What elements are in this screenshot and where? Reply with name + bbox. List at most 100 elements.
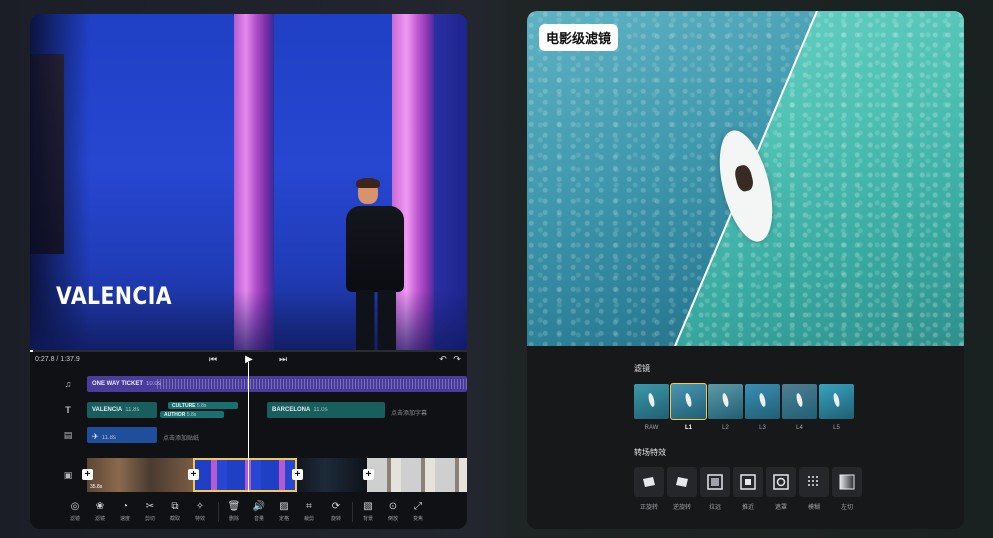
video-clip-strip[interactable]: 35.8s + + + + bbox=[82, 458, 467, 492]
video-title-overlay[interactable]: VALENCIA bbox=[56, 282, 172, 310]
transition-rotate-forward[interactable] bbox=[634, 467, 664, 497]
text-clip-valencia[interactable]: VALENCIA 11.8s bbox=[87, 402, 157, 418]
tool-color[interactable]: ❀ 滤镜 bbox=[89, 500, 111, 522]
skip-forward-icon[interactable]: ⏭ bbox=[276, 354, 290, 365]
tool-filter[interactable]: ◎ 滤镜 bbox=[64, 500, 86, 522]
scissors-icon: ✂ bbox=[145, 501, 155, 512]
tool-reverse[interactable]: ⊙ 倒放 bbox=[382, 500, 404, 522]
skip-back-icon[interactable]: ⏮ bbox=[206, 354, 220, 365]
filter-l3[interactable] bbox=[745, 384, 780, 419]
video-clip-4[interactable] bbox=[367, 458, 467, 492]
play-icon[interactable]: ▶ bbox=[242, 354, 256, 365]
add-transition-button[interactable]: + bbox=[292, 469, 303, 480]
filter-raw[interactable] bbox=[634, 384, 669, 419]
text-clip-culture[interactable]: CULTURE 5.8s bbox=[168, 402, 238, 409]
tool-cut[interactable]: ✂ 剪切 bbox=[139, 500, 161, 522]
audio-clip[interactable]: ONE WAY TICKET 10.0s bbox=[87, 376, 467, 392]
add-transition-button[interactable]: + bbox=[82, 469, 93, 480]
tool-label: 旋转 bbox=[330, 516, 341, 522]
timeline-playhead[interactable] bbox=[248, 362, 249, 492]
crop-icon: ⌗ bbox=[306, 501, 312, 512]
zoom-in-icon bbox=[740, 474, 756, 490]
add-sticker-hint[interactable]: 点击添加贴纸 bbox=[163, 433, 199, 442]
add-transition-button[interactable]: + bbox=[363, 469, 374, 480]
video-clip-3[interactable] bbox=[297, 458, 367, 492]
filter-icon: ◎ bbox=[70, 501, 80, 512]
tool-label: 滤镜 bbox=[94, 516, 105, 522]
rotate-forward-icon bbox=[643, 477, 655, 487]
filter-swatch bbox=[708, 384, 743, 419]
plane-icon: ✈ bbox=[92, 432, 99, 441]
rotate-icon: ⟳ bbox=[331, 501, 341, 512]
tool-label: 背景 bbox=[362, 516, 373, 522]
transition-mask[interactable] bbox=[766, 467, 796, 497]
sticker-clip[interactable]: ✈ 11.8s bbox=[87, 427, 157, 443]
tool-speed[interactable]: ◔ 速度 bbox=[114, 500, 136, 522]
text-clip-barcelona[interactable]: BARCELONA 11.0s bbox=[267, 402, 385, 418]
video-clip-duration: 35.8s bbox=[90, 484, 103, 490]
tool-rotate[interactable]: ⟳ 旋转 bbox=[325, 500, 347, 522]
add-transition-button[interactable]: + bbox=[188, 469, 199, 480]
text-clip-label: VALENCIA bbox=[92, 407, 123, 413]
transition-label: 正旋转 bbox=[639, 504, 658, 511]
text-clip-label: CULTURE bbox=[172, 403, 196, 409]
video-preview[interactable]: VALENCIA bbox=[30, 14, 467, 350]
tool-freeze[interactable]: ▨ 定格 bbox=[273, 500, 295, 522]
transition-label: 遮罩 bbox=[774, 504, 787, 511]
filter-label: L5 bbox=[833, 425, 840, 431]
tool-label: 剪切 bbox=[144, 516, 155, 522]
tool-background[interactable]: ▧ 背景 bbox=[357, 500, 379, 522]
filter-l5[interactable] bbox=[819, 384, 854, 419]
video-editor-panel: VALENCIA 0:27.8 / 1:37.9 ⏮ ▶ ⏭ ↶ ↷ ♫ ONE… bbox=[30, 14, 467, 529]
transition-blur[interactable] bbox=[799, 467, 829, 497]
toolbar-divider bbox=[352, 502, 353, 522]
transition-zoom-out[interactable] bbox=[700, 467, 730, 497]
text-clip-duration: 5.8s bbox=[196, 403, 207, 409]
filter-l4[interactable] bbox=[782, 384, 817, 419]
undo-icon[interactable]: ↶ bbox=[436, 354, 450, 365]
tool-volume[interactable]: 🔊 音量 bbox=[248, 500, 270, 522]
sticker-track-icon[interactable]: ▤ bbox=[62, 430, 74, 440]
time-readout: 0:27.8 / 1:37.9 bbox=[35, 356, 80, 363]
filter-label: L1 bbox=[684, 425, 692, 431]
text-clip-duration: 11.0s bbox=[313, 407, 328, 413]
tool-crop[interactable]: ⌗ 裁剪 bbox=[298, 500, 320, 522]
zoom-out-icon bbox=[707, 474, 723, 490]
redo-icon[interactable]: ↷ bbox=[450, 354, 464, 365]
transition-rotate-backward[interactable] bbox=[667, 467, 697, 497]
zoom-icon: ⤢ bbox=[414, 501, 422, 512]
text-clip-author[interactable]: AUTHOR 5.8s bbox=[160, 411, 224, 418]
transition-label: 逆旋转 bbox=[672, 504, 691, 511]
tool-label: 裁剪 bbox=[303, 516, 314, 522]
video-track-icon[interactable]: ▣ bbox=[62, 470, 74, 480]
background-icon: ▧ bbox=[363, 501, 373, 512]
sticker-clip-duration: 11.8s bbox=[101, 435, 116, 441]
video-clip-1[interactable]: 35.8s bbox=[87, 458, 193, 492]
paddleboard-rider bbox=[733, 163, 755, 193]
tool-trim[interactable]: ⧉ 截取 bbox=[164, 500, 186, 522]
reverse-icon: ⊙ bbox=[388, 501, 398, 512]
video-clip-2-selected[interactable] bbox=[193, 458, 297, 492]
transition-wipe-left[interactable] bbox=[832, 467, 862, 497]
add-subtitle-hint[interactable]: 点击添加字幕 bbox=[391, 408, 427, 417]
tool-zoom[interactable]: ⤢ 变焦 bbox=[407, 500, 429, 522]
tool-delete[interactable]: 🗑 删除 bbox=[223, 500, 245, 522]
transition-zoom-in[interactable] bbox=[733, 467, 763, 497]
freeze-icon: ▨ bbox=[279, 501, 289, 512]
transition-label: 推近 bbox=[741, 504, 754, 511]
wipe-left-icon bbox=[839, 474, 855, 490]
tool-label: 速度 bbox=[119, 516, 130, 522]
trim-icon: ⧉ bbox=[171, 501, 179, 512]
color-icon: ❀ bbox=[95, 501, 105, 512]
tool-effects[interactable]: ✧ 特效 bbox=[189, 500, 211, 522]
text-clip-label: BARCELONA bbox=[272, 407, 311, 413]
filter-l1[interactable] bbox=[670, 383, 707, 420]
text-track-icon[interactable]: T bbox=[62, 405, 74, 415]
filter-compare-preview[interactable]: 电影级滤镜 bbox=[527, 11, 964, 346]
tool-label: 删除 bbox=[228, 516, 239, 522]
filter-l2[interactable] bbox=[708, 384, 743, 419]
filter-label: L2 bbox=[722, 425, 729, 431]
transition-label: 拉远 bbox=[708, 504, 721, 511]
tool-label: 滤镜 bbox=[69, 516, 80, 522]
music-track-icon[interactable]: ♫ bbox=[62, 379, 74, 389]
